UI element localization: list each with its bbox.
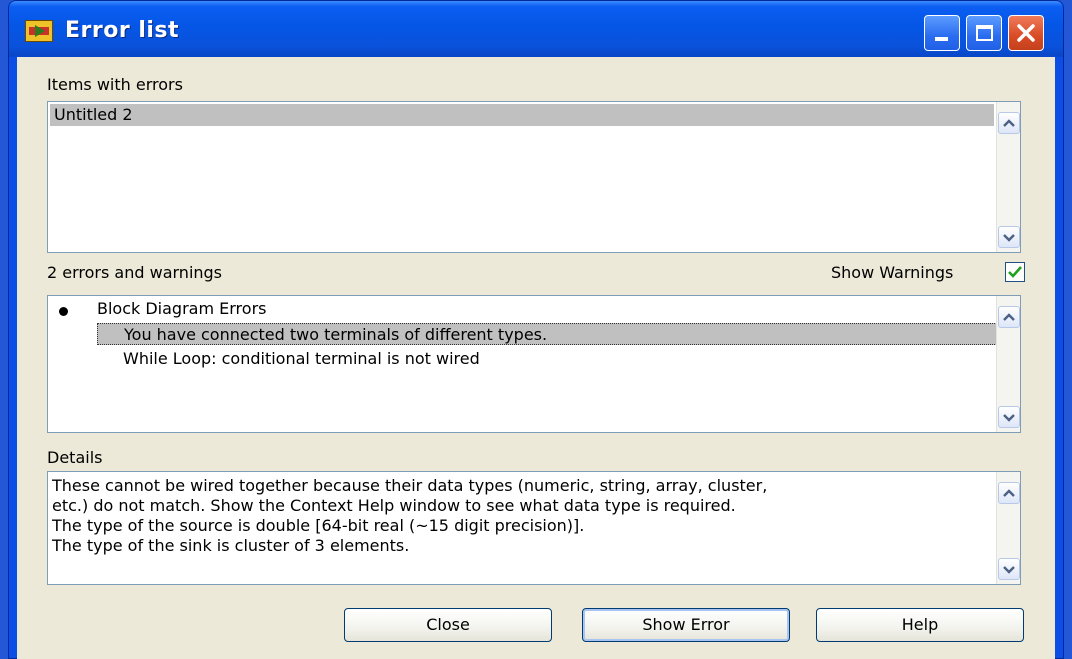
details-line: etc.) do not match. Show the Context Hel… [52,496,736,515]
error-list-window: Error list Items with errors Untitled 2 [8,0,1064,659]
close-window-button[interactable] [1008,15,1044,51]
chevron-down-icon [1003,234,1015,242]
error-group-block-diagram[interactable]: Block Diagram Errors [97,298,266,320]
details-line: The type of the source is double [64-bit… [52,516,585,535]
group-bullet-icon [59,307,68,316]
checkmark-icon [1008,266,1022,278]
maximize-button[interactable] [966,15,1002,51]
items-with-errors-label: Items with errors [47,75,183,94]
details-line: The type of the sink is cluster of 3 ele… [52,536,410,555]
details-scrollbar[interactable] [996,472,1020,584]
chevron-down-icon [1003,414,1015,422]
chevron-up-icon [1003,313,1015,321]
items-with-errors-list[interactable]: Untitled 2 [47,101,1021,253]
error-item-selected[interactable]: You have connected two terminals of diff… [97,323,997,345]
dialog-body: Items with errors Untitled 2 2 errors an… [17,57,1055,659]
close-icon [1017,24,1035,42]
scroll-down-button[interactable] [998,558,1020,580]
scroll-up-button[interactable] [998,112,1020,134]
details-line: These cannot be wired together because t… [52,476,768,495]
show-error-button[interactable]: Show Error [582,608,790,642]
scroll-up-button[interactable] [998,482,1020,504]
items-scrollbar[interactable] [996,102,1020,252]
list-item-untitled-2[interactable]: Untitled 2 [50,104,994,126]
errors-scrollbar[interactable] [996,296,1020,432]
title-bar[interactable]: Error list [9,1,1063,57]
details-label: Details [47,448,103,467]
help-button[interactable]: Help [816,608,1024,642]
show-warnings-label: Show Warnings [831,263,954,282]
close-button[interactable]: Close [344,608,552,642]
chevron-up-icon [1003,489,1015,497]
maximize-icon [976,25,993,41]
chevron-up-icon [1003,119,1015,127]
show-warnings-checkbox[interactable] [1005,262,1025,282]
details-text-area[interactable]: These cannot be wired together because t… [47,471,1021,585]
scroll-down-button[interactable] [998,226,1020,248]
window-title: Error list [65,18,180,43]
errors-count-label: 2 errors and warnings [47,263,223,282]
error-item[interactable]: While Loop: conditional terminal is not … [97,348,480,370]
labview-window-icon[interactable] [25,20,53,42]
minimize-button[interactable] [924,15,960,51]
errors-list[interactable]: Block Diagram Errors You have connected … [47,295,1021,433]
scroll-down-button[interactable] [998,406,1020,428]
details-text: These cannot be wired together because t… [52,476,992,556]
chevron-down-icon [1003,566,1015,574]
minimize-icon [935,37,948,41]
scroll-up-button[interactable] [998,306,1020,328]
